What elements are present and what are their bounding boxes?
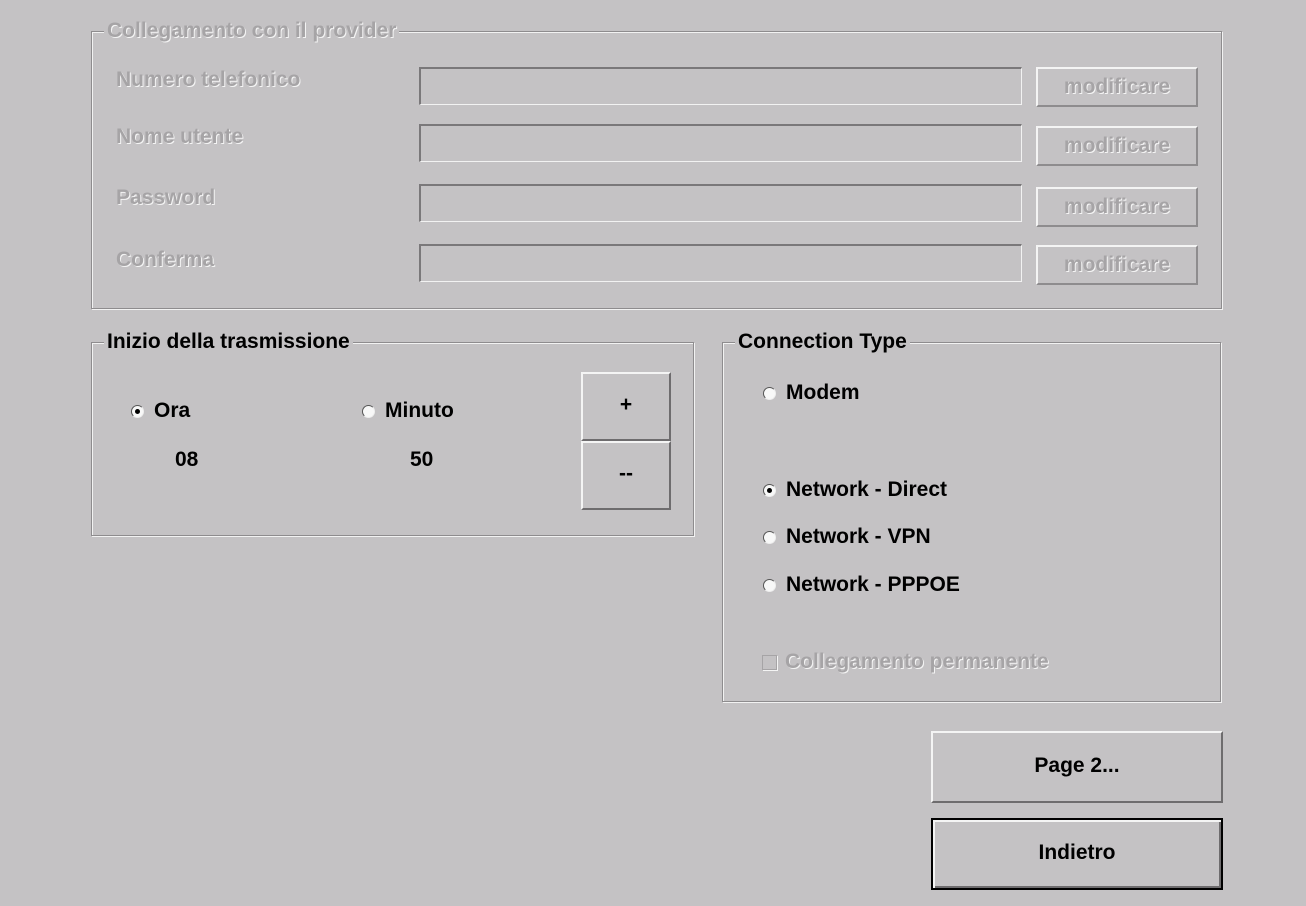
hour-radio[interactable]: Ora <box>131 398 190 424</box>
network-direct-radio-label: Network - Direct <box>786 478 948 501</box>
minute-radio-label: Minuto <box>385 399 454 422</box>
minute-radio-indicator <box>362 404 375 418</box>
network-direct-radio[interactable]: Network - Direct <box>763 477 947 503</box>
connection-type-title: Connection Type <box>735 329 910 355</box>
network-pppoe-radio-indicator <box>763 578 776 592</box>
page-2-button[interactable]: Page 2... <box>931 731 1223 803</box>
network-pppoe-radio-label: Network - PPPOE <box>786 573 960 596</box>
modem-radio-label: Modem <box>786 381 860 404</box>
modem-radio[interactable]: Modem <box>763 380 860 406</box>
confirm-field[interactable] <box>419 244 1022 282</box>
hour-value: 08 <box>175 448 199 471</box>
username-label: Nome utente <box>116 125 244 148</box>
transmission-group-title: Inizio della trasmissione <box>104 329 353 355</box>
network-vpn-radio[interactable]: Network - VPN <box>763 524 931 550</box>
phone-number-label: Numero telefonico <box>116 68 301 91</box>
modem-radio-indicator <box>763 386 776 400</box>
permanent-connection-checkbox-box <box>762 654 777 670</box>
permanent-connection-checkbox[interactable]: Collegamento permanente <box>762 649 1049 675</box>
increment-button[interactable]: + <box>581 372 671 441</box>
phone-number-edit-button[interactable]: modificare <box>1036 67 1198 107</box>
network-vpn-radio-label: Network - VPN <box>786 525 931 548</box>
minute-value: 50 <box>410 448 434 471</box>
provider-group-title: Collegamento con il provider <box>104 18 400 44</box>
password-label: Password <box>116 186 216 209</box>
decrement-button[interactable]: -- <box>581 441 671 510</box>
phone-number-field[interactable] <box>419 67 1022 105</box>
confirm-label: Conferma <box>116 248 215 271</box>
confirm-edit-button[interactable]: modificare <box>1036 245 1198 285</box>
password-edit-button[interactable]: modificare <box>1036 187 1198 227</box>
hour-radio-indicator <box>131 404 144 418</box>
username-edit-button[interactable]: modificare <box>1036 126 1198 166</box>
back-button[interactable]: Indietro <box>931 818 1223 890</box>
network-vpn-radio-indicator <box>763 530 776 544</box>
network-pppoe-radio[interactable]: Network - PPPOE <box>763 572 960 598</box>
permanent-connection-label: Collegamento permanente <box>785 650 1049 673</box>
hour-radio-label: Ora <box>154 399 191 422</box>
password-field[interactable] <box>419 184 1022 222</box>
network-direct-radio-indicator <box>763 483 776 497</box>
username-field[interactable] <box>419 124 1022 162</box>
minute-radio[interactable]: Minuto <box>362 398 454 424</box>
